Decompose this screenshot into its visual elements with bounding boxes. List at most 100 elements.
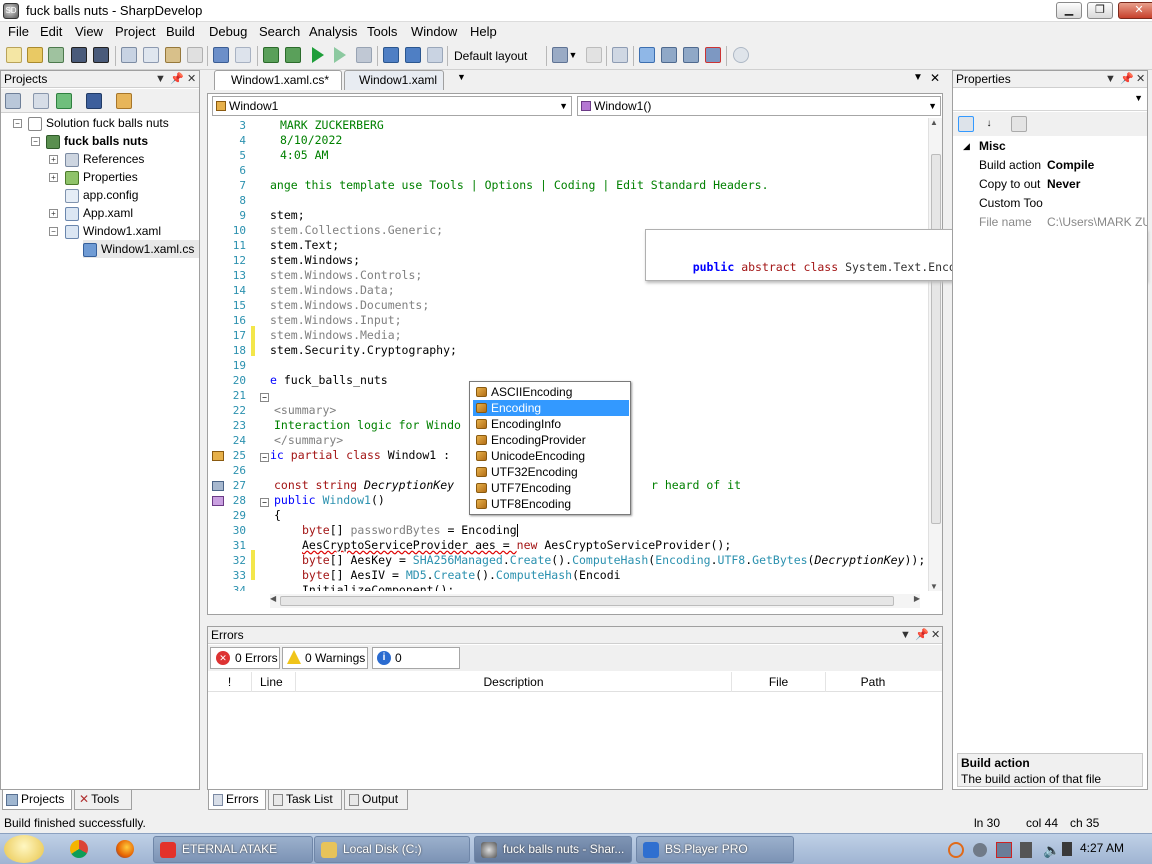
close-document-icon[interactable]: ✕: [930, 71, 940, 85]
open-folder-icon[interactable]: [116, 93, 132, 109]
taskbar-button[interactable]: Local Disk (C:): [314, 836, 470, 863]
collapse-icon[interactable]: −: [49, 227, 58, 236]
scroll-left-icon[interactable]: ◀: [270, 594, 276, 603]
battery-icon[interactable]: [1062, 842, 1072, 856]
search-icon[interactable]: [948, 842, 964, 858]
volume-icon[interactable]: 🔈: [1043, 842, 1060, 859]
tray-icon[interactable]: [973, 843, 987, 857]
usb-icon[interactable]: [1020, 842, 1032, 858]
tree-app-config[interactable]: app.config: [65, 186, 138, 204]
completion-item[interactable]: UTF7Encoding: [473, 480, 629, 496]
expand-icon[interactable]: +: [49, 173, 58, 182]
pin-icon[interactable]: 📌: [915, 627, 929, 644]
close-all-icon[interactable]: [705, 47, 721, 63]
redo-icon[interactable]: [235, 47, 251, 63]
chrome-icon[interactable]: [70, 840, 88, 858]
panel-menu-icon[interactable]: ▼: [900, 627, 911, 644]
property-value[interactable]: Compile: [1047, 158, 1094, 172]
column-header[interactable]: File: [732, 672, 826, 692]
vertical-scrollbar[interactable]: ▲ ▼: [928, 118, 942, 591]
expand-icon[interactable]: +: [49, 155, 58, 164]
categorized-icon[interactable]: [958, 116, 974, 132]
step-over-icon[interactable]: [383, 47, 399, 63]
warnings-filter-button[interactable]: 0 Warnings: [282, 647, 368, 669]
collapse-icon[interactable]: −: [13, 119, 22, 128]
menu-tools[interactable]: Tools: [367, 24, 397, 39]
open-project-icon[interactable]: [48, 47, 64, 63]
menu-window[interactable]: Window: [411, 24, 457, 39]
minimize-button[interactable]: ▁: [1056, 2, 1082, 19]
collapse-all-icon[interactable]: [33, 93, 49, 109]
fold-icon[interactable]: −: [260, 498, 269, 507]
run-icon[interactable]: [312, 47, 324, 63]
completion-item[interactable]: EncodingInfo: [473, 416, 629, 432]
panel-menu-icon[interactable]: ▼: [155, 71, 166, 88]
rebuild-solution-icon[interactable]: [285, 47, 301, 63]
close-icon[interactable]: ✕: [187, 71, 196, 88]
tree-window1-xaml[interactable]: Window1.xaml: [65, 222, 161, 240]
properties-icon[interactable]: [5, 93, 21, 109]
save-all-icon[interactable]: [93, 47, 109, 63]
column-header[interactable]: Description: [296, 672, 732, 692]
tree-app-xaml[interactable]: App.xaml: [65, 204, 133, 222]
scrollbar-thumb[interactable]: [931, 154, 941, 524]
bookmark-icon[interactable]: [552, 47, 568, 63]
scrollbar-thumb[interactable]: [280, 596, 894, 606]
tree-references[interactable]: References: [65, 150, 144, 168]
refresh-icon[interactable]: [56, 93, 72, 109]
tab-task-list[interactable]: Task List: [268, 790, 342, 810]
tab-output[interactable]: Output: [344, 790, 408, 810]
close-icon[interactable]: ✕: [931, 627, 940, 644]
fold-icon[interactable]: −: [260, 393, 269, 402]
tree-project[interactable]: fuck balls nuts: [46, 132, 148, 150]
open-file-icon[interactable]: [27, 47, 43, 63]
menu-file[interactable]: File: [8, 24, 29, 39]
completion-item[interactable]: UnicodeEncoding: [473, 448, 629, 464]
property-value[interactable]: C:\Users\MARK ZUC: [1047, 215, 1147, 229]
tab-window1-xaml-cs[interactable]: Window1.xaml.cs*: [214, 70, 342, 90]
stop-icon[interactable]: [356, 47, 372, 63]
scroll-up-icon[interactable]: ▲: [930, 118, 938, 127]
menu-help[interactable]: Help: [470, 24, 497, 39]
maximize-button[interactable]: ❐: [1087, 2, 1113, 19]
tab-tools[interactable]: ✕ Tools: [74, 790, 132, 810]
cut-icon[interactable]: [121, 47, 137, 63]
delete-icon[interactable]: [187, 47, 203, 63]
pin-icon[interactable]: 📌: [1120, 71, 1134, 88]
taskbar-button[interactable]: ETERNAL ATAKE: [153, 836, 313, 863]
property-name[interactable]: Copy to out: [979, 177, 1045, 191]
column-header[interactable]: Line: [252, 672, 296, 692]
completion-item[interactable]: EncodingProvider: [473, 432, 629, 448]
completion-item[interactable]: UTF32Encoding: [473, 464, 629, 480]
errors-filter-button[interactable]: ✕ 0 Errors: [210, 647, 280, 669]
print-icon[interactable]: [661, 47, 677, 63]
undo-icon[interactable]: [213, 47, 229, 63]
object-selector[interactable]: ▼: [953, 89, 1147, 111]
collapse-icon[interactable]: ◢: [963, 141, 970, 152]
scroll-down-icon[interactable]: ▼: [930, 582, 938, 591]
menu-search[interactable]: Search: [259, 24, 300, 39]
menu-build[interactable]: Build: [166, 24, 195, 39]
property-value[interactable]: Never: [1047, 177, 1080, 191]
network-icon[interactable]: [996, 842, 1012, 858]
show-all-files-icon[interactable]: [86, 93, 102, 109]
horizontal-scrollbar[interactable]: ◀ ▶: [270, 594, 920, 608]
messages-filter-button[interactable]: i 0 Messages: [372, 647, 460, 685]
panel-menu-icon[interactable]: ▼: [1105, 71, 1116, 88]
tab-window1-xaml[interactable]: Window1.xaml: [344, 70, 444, 90]
clock[interactable]: 4:27 AM: [1080, 841, 1124, 855]
tree-properties[interactable]: Properties: [65, 168, 138, 186]
completion-item[interactable]: UTF8Encoding: [473, 496, 629, 512]
chevron-down-icon[interactable]: ▼: [568, 50, 578, 60]
code-completion-list[interactable]: ASCIIEncoding Encoding EncodingInfo Enco…: [469, 381, 631, 515]
paste-icon[interactable]: [165, 47, 181, 63]
completion-item-selected[interactable]: Encoding: [473, 400, 629, 416]
sort-alphabetical-icon[interactable]: ↓: [981, 116, 997, 132]
code-area[interactable]: − − − 3 MARK ZUCKERBERG 4 8/10/2022 5 4:…: [208, 118, 930, 591]
step-out-icon[interactable]: [427, 47, 443, 63]
property-pages-icon[interactable]: [1011, 116, 1027, 132]
scroll-right-icon[interactable]: ▶: [914, 594, 920, 603]
column-header[interactable]: Path: [826, 672, 920, 692]
property-name[interactable]: Build action: [979, 158, 1045, 172]
menu-analysis[interactable]: Analysis: [309, 24, 357, 39]
